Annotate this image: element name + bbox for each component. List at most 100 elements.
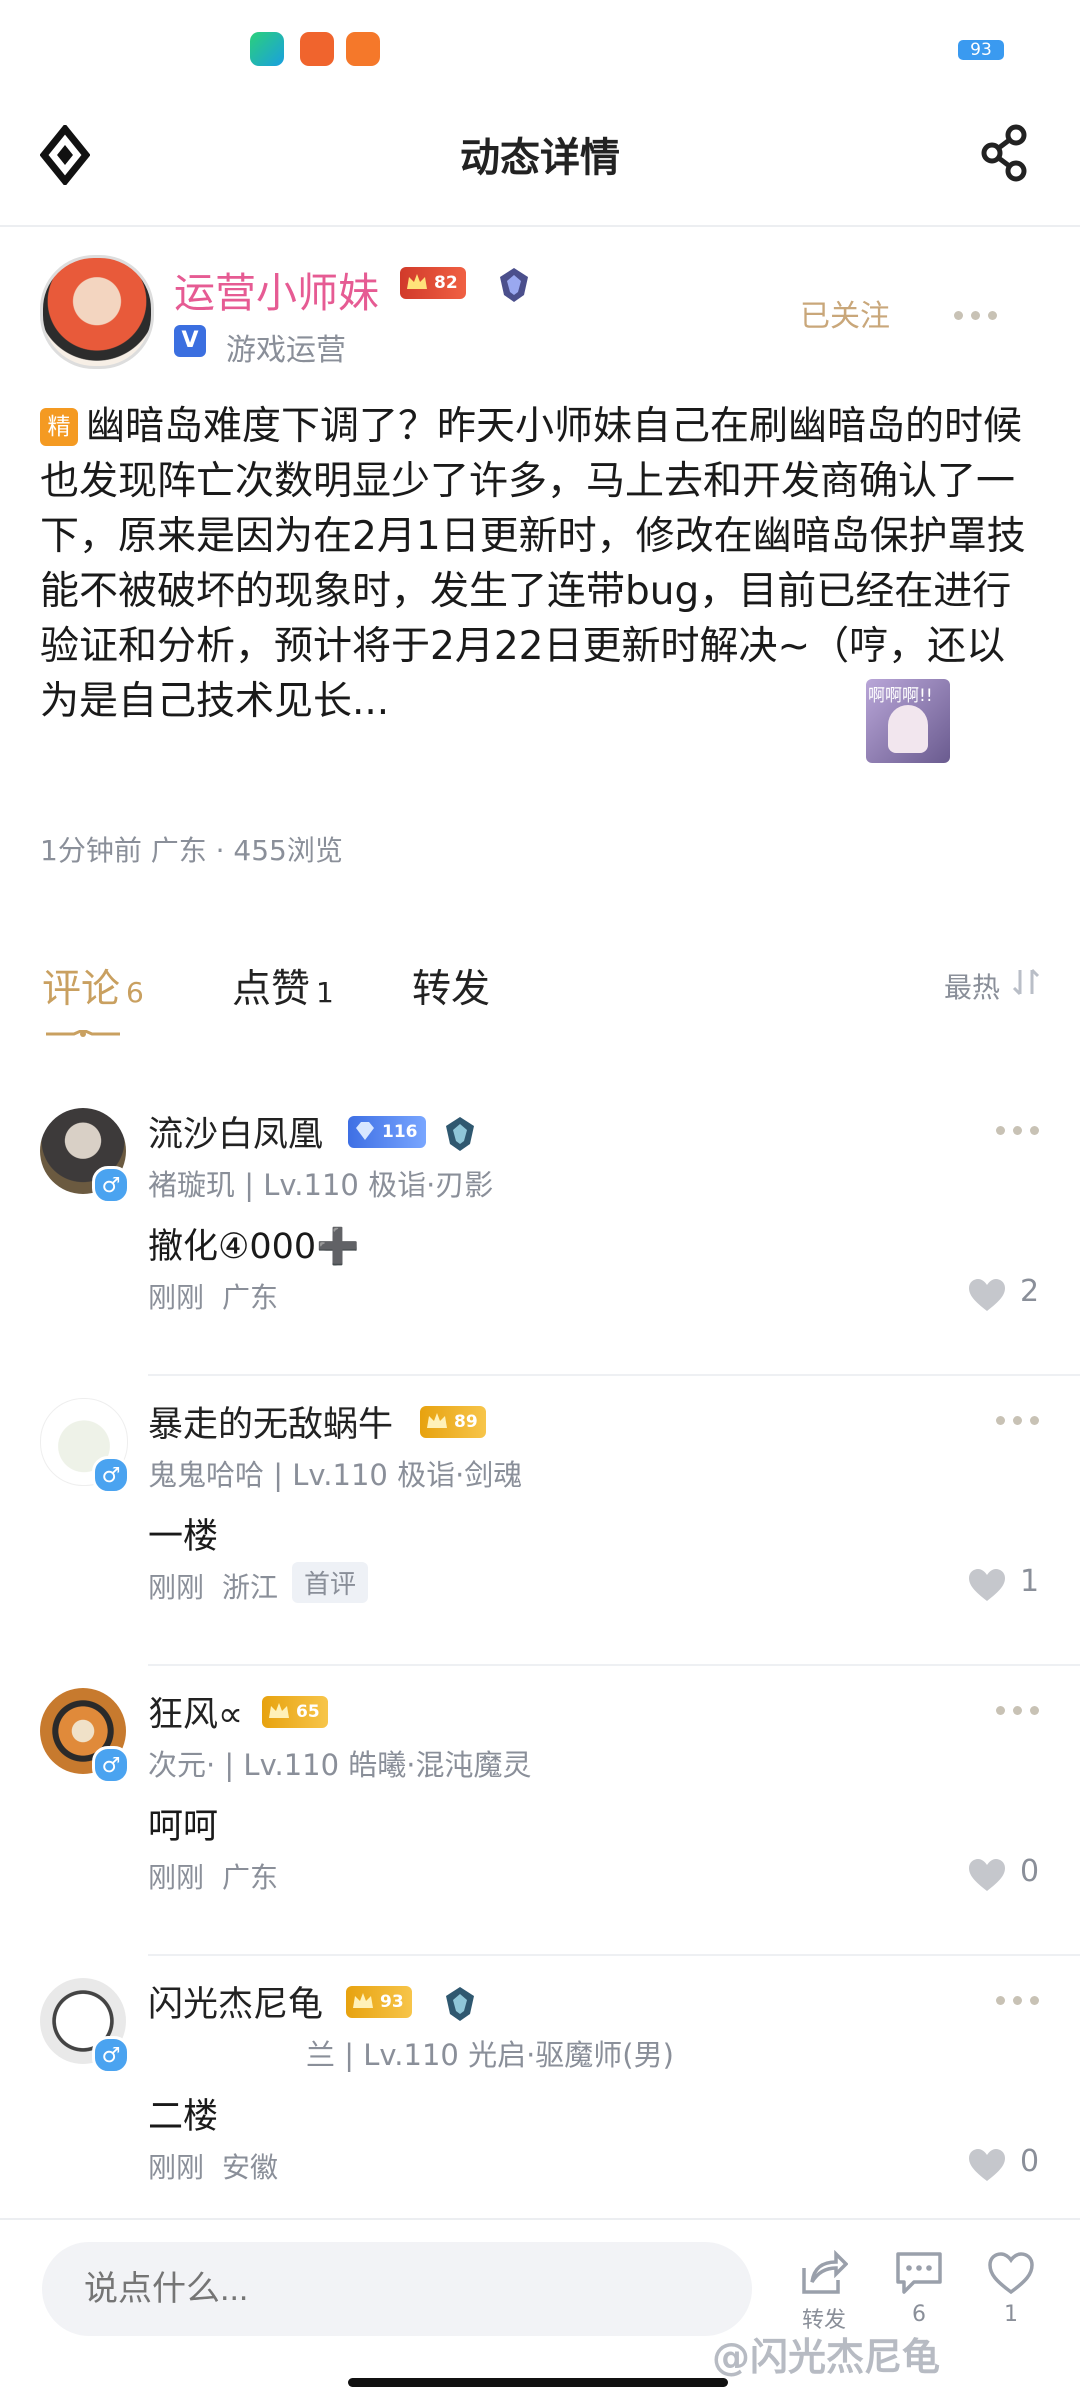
- tab-shares-label: 转发: [412, 967, 491, 1012]
- follow-button[interactable]: 已关注: [800, 291, 890, 335]
- comment-more-icon[interactable]: [996, 1706, 1040, 1716]
- more-options-icon[interactable]: [954, 311, 998, 321]
- top-bar: 动态详情: [0, 95, 1080, 227]
- post-card: 运营小师妹 82 V 游戏运营 已关注 精幽暗岛难度下调了？昨天小师妹自己在刷幽…: [0, 227, 1080, 920]
- battery-indicator: 93: [958, 40, 1004, 60]
- comment-item[interactable]: ♂ 狂风∝ 65 次元· | Lv.110 皓曦·混沌魔灵 呵呵 刚刚 广东 0: [0, 1666, 1080, 1956]
- comment-more-icon[interactable]: [996, 1996, 1040, 2006]
- comment-count[interactable]: 6: [879, 2302, 959, 2327]
- author-level: 82: [434, 273, 458, 293]
- commenter-character: 次元· | Lv.110 皓曦·混沌魔灵: [148, 1748, 532, 1782]
- running-app-icon: [346, 32, 380, 66]
- tab-likes[interactable]: 点赞 1: [232, 958, 334, 1014]
- sticker-image[interactable]: 啊啊啊!!: [866, 679, 950, 763]
- crown-icon: [353, 1993, 373, 2008]
- author-level-badge: 82: [400, 267, 466, 299]
- author-avatar[interactable]: [40, 255, 154, 369]
- like-count: 0: [1020, 2144, 1040, 2179]
- commenter-name[interactable]: 流沙白凤凰: [148, 1106, 323, 1157]
- like-count: 0: [1020, 1854, 1040, 1889]
- tab-likes-count: 1: [316, 976, 334, 1009]
- rank-emblem-icon: [446, 1117, 474, 1151]
- grid-app-icon: [300, 32, 334, 66]
- tab-comments[interactable]: 评论 6: [42, 958, 144, 1014]
- author-subtitle: 游戏运营: [226, 333, 346, 368]
- like-heart-icon[interactable]: [986, 2250, 1036, 2296]
- level-badge: 89: [420, 1406, 486, 1438]
- rank-emblem-icon: [500, 268, 528, 302]
- tab-comments-label: 评论: [42, 967, 121, 1012]
- commenter-level: 93: [380, 1992, 404, 2012]
- heart-icon[interactable]: [968, 1858, 1006, 1892]
- tab-comments-count: 6: [126, 976, 144, 1009]
- comment-text: 呵呵: [148, 1807, 219, 1847]
- video-app-icon: [250, 32, 284, 66]
- home-indicator[interactable]: [348, 2378, 728, 2387]
- comment-location: 广东: [222, 1281, 279, 1314]
- commenter-level: 89: [454, 1412, 478, 1432]
- male-gender-icon: ♂: [92, 1456, 130, 1494]
- level-badge: 65: [262, 1696, 328, 1728]
- crown-icon: [269, 1703, 289, 1718]
- commenter-level: 65: [296, 1702, 320, 1722]
- commenter-character: 鬼鬼哈哈 | Lv.110 极诣·剑魂: [148, 1458, 523, 1492]
- comment-item[interactable]: ♂ 流沙白凤凰 116 褚璇玑 | Lv.110 极诣·刃影 撤化④000➕ 刚…: [0, 1086, 1080, 1376]
- comment-time: 刚刚: [148, 2151, 205, 2184]
- author-name[interactable]: 运营小师妹: [174, 259, 379, 319]
- watermark: @闪光杰尼龟: [712, 2335, 941, 2379]
- level-badge: 93: [346, 1986, 412, 2018]
- sort-icon[interactable]: [1010, 966, 1042, 998]
- heart-icon[interactable]: [968, 1278, 1006, 1312]
- comment-location: 广东: [222, 1861, 279, 1894]
- first-comment-tag: 首评: [292, 1562, 369, 1603]
- comments-section: 评论 6 点赞 1 转发 最热 ♂ 流沙白凤凰 116 褚璇玑 | Lv.110 极…: [0, 920, 1080, 2218]
- sticker-text: 啊啊啊!!: [868, 686, 933, 706]
- comment-location: 浙江: [222, 1571, 279, 1604]
- comment-time: 刚刚: [148, 1281, 205, 1314]
- tab-likes-label: 点赞: [232, 967, 311, 1012]
- comment-time: 刚刚: [148, 1861, 205, 1894]
- crown-icon: [407, 274, 427, 289]
- male-gender-icon: ♂: [92, 1746, 130, 1784]
- active-tab-indicator: [46, 1030, 120, 1037]
- comment-item[interactable]: ♂ 闪光杰尼龟 93 兰 | Lv.110 光启·驱魔师(男) 二楼 刚刚 安徽…: [0, 1956, 1080, 2246]
- heart-icon[interactable]: [968, 1568, 1006, 1602]
- comment-bubble-icon[interactable]: [894, 2250, 944, 2296]
- male-gender-icon: ♂: [92, 1166, 130, 1204]
- share-forward-icon[interactable]: [798, 2250, 848, 2296]
- comment-text: 撤化④000➕: [148, 1227, 360, 1267]
- comment-input[interactable]: [42, 2242, 752, 2336]
- bottom-bar: 转发 6 1 @闪光杰尼龟: [0, 2218, 1080, 2402]
- commenter-character: 兰 | Lv.110 光启·驱魔师(男): [306, 2038, 674, 2072]
- like-count: 2: [1020, 1274, 1040, 1309]
- comment-text: 一楼: [148, 1517, 219, 1557]
- commenter-name[interactable]: 狂风∝: [148, 1686, 243, 1737]
- comment-item[interactable]: ♂ 暴走的无敌蜗牛 89 鬼鬼哈哈 | Lv.110 极诣·剑魂 一楼 刚刚 浙…: [0, 1376, 1080, 1666]
- commenter-name[interactable]: 闪光杰尼龟: [148, 1976, 323, 2027]
- sort-button[interactable]: 最热: [944, 966, 1000, 1006]
- level-badge: 116: [348, 1116, 426, 1148]
- commenter-level: 116: [382, 1122, 418, 1142]
- comment-time: 刚刚: [148, 1571, 205, 1604]
- commenter-name[interactable]: 暴走的无敌蜗牛: [148, 1396, 393, 1447]
- essence-tag: 精: [40, 408, 78, 446]
- share-icon[interactable]: [976, 121, 1032, 185]
- comment-location: 安徽: [222, 2151, 279, 2184]
- like-count-bottom[interactable]: 1: [971, 2302, 1051, 2327]
- page-title: 动态详情: [460, 135, 620, 181]
- post-text: 幽暗岛难度下调了？昨天小师妹自己在刷幽暗岛的时候也发现阵亡次数明显少了许多，马上…: [40, 404, 1026, 724]
- rank-emblem-icon: [446, 1987, 474, 2021]
- crown-icon: [427, 1413, 447, 1428]
- comment-text: 二楼: [148, 2097, 219, 2137]
- male-gender-icon: ♂: [92, 2036, 130, 2074]
- status-bar: 93: [0, 0, 1080, 95]
- comment-more-icon[interactable]: [996, 1126, 1040, 1136]
- like-count: 1: [1020, 1564, 1040, 1599]
- heart-icon[interactable]: [968, 2148, 1006, 2182]
- tab-shares[interactable]: 转发: [412, 958, 490, 1014]
- diamond-icon: [356, 1122, 374, 1140]
- comment-more-icon[interactable]: [996, 1416, 1040, 1426]
- post-meta: 1分钟前 广东 · 455浏览: [40, 834, 343, 867]
- verified-badge: V: [174, 325, 206, 357]
- commenter-character: 褚璇玑 | Lv.110 极诣·刃影: [148, 1168, 494, 1202]
